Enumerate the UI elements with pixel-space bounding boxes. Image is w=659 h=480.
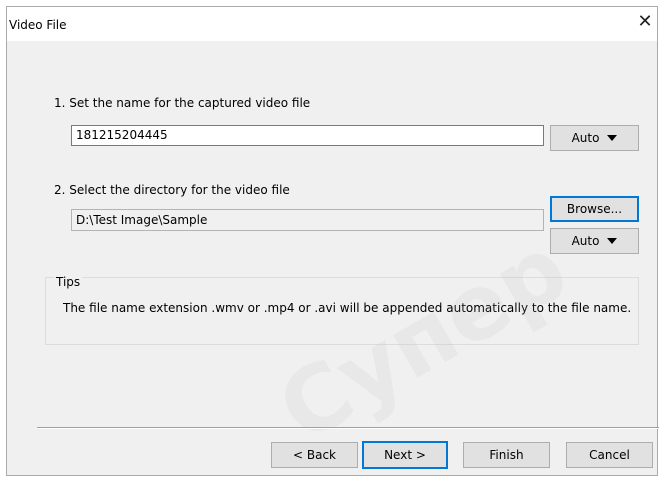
filename-auto-dropdown-button[interactable]: Auto [550,125,639,151]
tips-heading: Tips [54,275,83,289]
video-file-dialog: Video File ✕ 1. Set the name for the cap… [6,6,659,476]
filename-auto-label: Auto [571,131,600,145]
back-button[interactable]: < Back [271,442,358,468]
close-icon[interactable]: ✕ [635,11,655,33]
browse-button[interactable]: Browse... [550,196,639,222]
directory-auto-label: Auto [571,234,600,248]
title-bar: Video File ✕ [7,7,657,41]
step1-label: 1. Set the name for the captured video f… [54,96,311,110]
dialog-title: Video File [9,18,67,32]
directory-field: D:\Test Image\Sample [71,209,544,231]
next-button[interactable]: Next > [362,441,448,469]
cancel-button[interactable]: Cancel [566,442,653,468]
tips-groupbox: Tips The file name extension .wmv or .mp… [45,275,639,345]
dropdown-arrow-icon [607,238,618,244]
finish-button[interactable]: Finish [463,442,550,468]
step2-label: 2. Select the directory for the video fi… [54,183,290,197]
filename-input[interactable]: 181215204445 [71,125,544,146]
footer-separator [37,427,659,429]
tips-text: The file name extension .wmv or .mp4 or … [63,301,632,315]
directory-auto-dropdown-button[interactable]: Auto [550,228,639,254]
dropdown-arrow-icon [607,135,618,141]
